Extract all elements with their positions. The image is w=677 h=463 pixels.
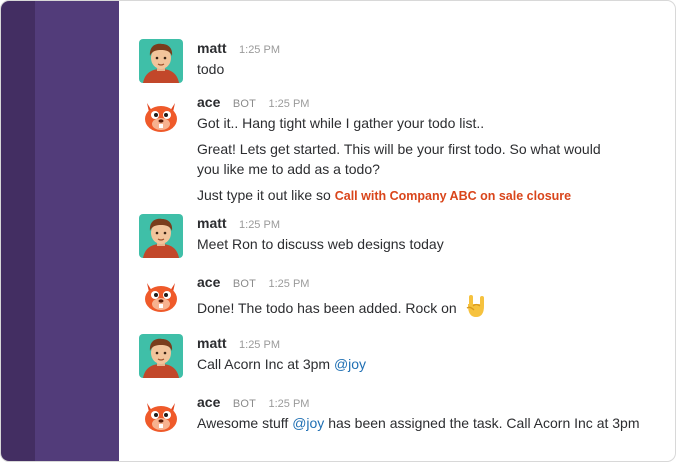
message-line: Call Acorn Inc at 3pm @joy	[197, 354, 665, 374]
message-line-text: Awesome stuff	[197, 415, 289, 431]
chat-window: matt 1:25 PM todo ace BOT 1:25 PM Got it…	[1, 1, 675, 461]
message-line: todo	[197, 61, 225, 77]
channel-sidebar	[35, 1, 119, 461]
message-text: Done! The todo has been added. Rock on	[197, 293, 665, 319]
message-line: Just type it out like so Call with Compa…	[197, 185, 665, 206]
message-timestamp[interactable]: 1:25 PM	[268, 98, 309, 110]
bot-badge: BOT	[232, 98, 257, 110]
ace-bot-avatar[interactable]	[139, 93, 183, 137]
message-timestamp[interactable]: 1:25 PM	[239, 44, 280, 56]
message-author[interactable]: ace	[197, 94, 220, 110]
matt-avatar[interactable]	[139, 39, 183, 83]
message-list: matt 1:25 PM todo ace BOT 1:25 PM Got it…	[119, 1, 675, 461]
message-text: Awesome stuff @joy has been assigned the…	[197, 413, 665, 433]
message-text: Call Acorn Inc at 3pm @joy	[197, 354, 665, 374]
message-timestamp[interactable]: 1:25 PM	[268, 278, 309, 290]
message-text: Got it.. Hang tight while I gather your …	[197, 113, 665, 206]
todo-example: Call with Company ABC on sale closure	[334, 189, 572, 203]
message-author[interactable]: ace	[197, 274, 220, 290]
user-mention[interactable]: @joy	[292, 415, 324, 431]
message-line-text: has been assigned the task. Call Acorn I…	[328, 415, 640, 431]
message-text: todo	[197, 59, 665, 79]
matt-avatar[interactable]	[139, 214, 183, 258]
message-timestamp[interactable]: 1:25 PM	[268, 398, 309, 410]
message-line: Got it.. Hang tight while I gather your …	[197, 115, 485, 131]
message-text: Meet Ron to discuss web designs today	[197, 234, 665, 254]
message-author[interactable]: matt	[197, 335, 227, 351]
message-author[interactable]: matt	[197, 40, 227, 56]
message-line-text: Call Acorn Inc at 3pm	[197, 356, 331, 372]
message-timestamp[interactable]: 1:25 PM	[239, 339, 280, 351]
hint-prefix: Just type it out like so	[197, 187, 331, 203]
message-line: Done! The todo has been added. Rock on	[197, 293, 665, 319]
rock-on-hand-icon	[466, 295, 484, 317]
message-line: Awesome stuff @joy has been assigned the…	[197, 413, 665, 433]
message-author[interactable]: ace	[197, 394, 220, 410]
team-rail	[1, 1, 35, 461]
matt-avatar[interactable]	[139, 334, 183, 378]
ace-bot-avatar[interactable]	[139, 273, 183, 317]
message-author[interactable]: matt	[197, 215, 227, 231]
bot-badge: BOT	[232, 278, 257, 290]
ace-bot-avatar[interactable]	[139, 393, 183, 437]
message-line: Great! Lets get started. This will be yo…	[197, 141, 601, 177]
bot-badge: BOT	[232, 398, 257, 410]
user-mention[interactable]: @joy	[334, 356, 366, 372]
message-line: Meet Ron to discuss web designs today	[197, 236, 444, 252]
message-line-text: Done! The todo has been added. Rock on	[197, 300, 457, 316]
message-timestamp[interactable]: 1:25 PM	[239, 219, 280, 231]
